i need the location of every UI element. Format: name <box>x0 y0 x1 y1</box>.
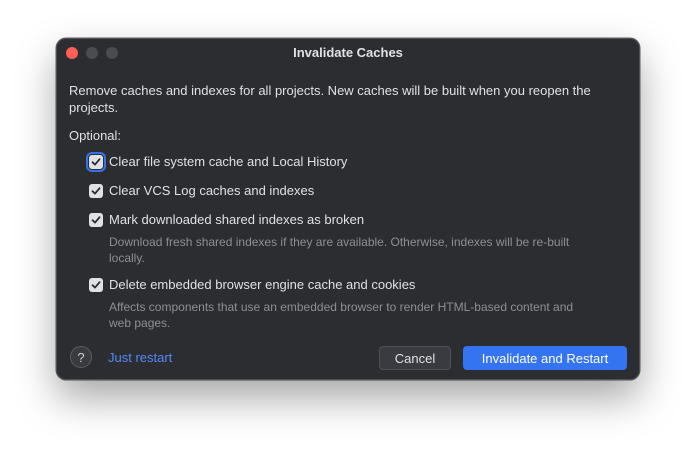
cancel-button[interactable]: Cancel <box>379 346 451 370</box>
option-mark-shared-indexes-broken[interactable]: Mark downloaded shared indexes as broken <box>89 212 364 227</box>
invalidate-caches-dialog: Invalidate Caches Remove caches and inde… <box>56 38 640 380</box>
option-delete-browser-engine-cache[interactable]: Delete embedded browser engine cache and… <box>89 277 415 292</box>
option-label: Clear file system cache and Local Histor… <box>109 154 348 169</box>
option-label: Mark downloaded shared indexes as broken <box>109 212 365 227</box>
invalidate-and-restart-button[interactable]: Invalidate and Restart <box>463 346 627 370</box>
dialog-message: Remove caches and indexes for all projec… <box>69 83 591 115</box>
checkmark-icon <box>91 186 101 194</box>
checkbox-delete-browser-engine-cache[interactable] <box>89 277 103 292</box>
option-hint: Affects components that use an embedded … <box>109 300 574 330</box>
option-clear-vcs-log-caches[interactable]: Clear VCS Log caches and indexes <box>89 183 314 198</box>
option-label: Delete embedded browser engine cache and… <box>109 277 416 292</box>
checkbox-clear-vcs-log-caches[interactable] <box>89 183 103 198</box>
help-icon: ? <box>77 349 85 365</box>
option-hint: Download fresh shared indexes if they ar… <box>109 235 570 265</box>
optional-label: Optional: <box>69 128 122 143</box>
option-clear-file-system-cache[interactable]: Clear file system cache and Local Histor… <box>86 151 348 172</box>
checkmark-icon <box>91 157 101 165</box>
option-label: Clear VCS Log caches and indexes <box>109 183 315 198</box>
checkmark-icon <box>91 280 101 288</box>
title-bar: Invalidate Caches <box>57 39 639 67</box>
help-button[interactable]: ? <box>70 346 92 368</box>
dialog-title: Invalidate Caches <box>293 45 403 60</box>
checkbox-mark-shared-indexes-broken[interactable] <box>89 212 103 227</box>
checkmark-icon <box>91 215 101 223</box>
checkbox-clear-file-system-cache[interactable] <box>86 151 106 172</box>
just-restart-link[interactable]: Just restart <box>108 350 172 365</box>
